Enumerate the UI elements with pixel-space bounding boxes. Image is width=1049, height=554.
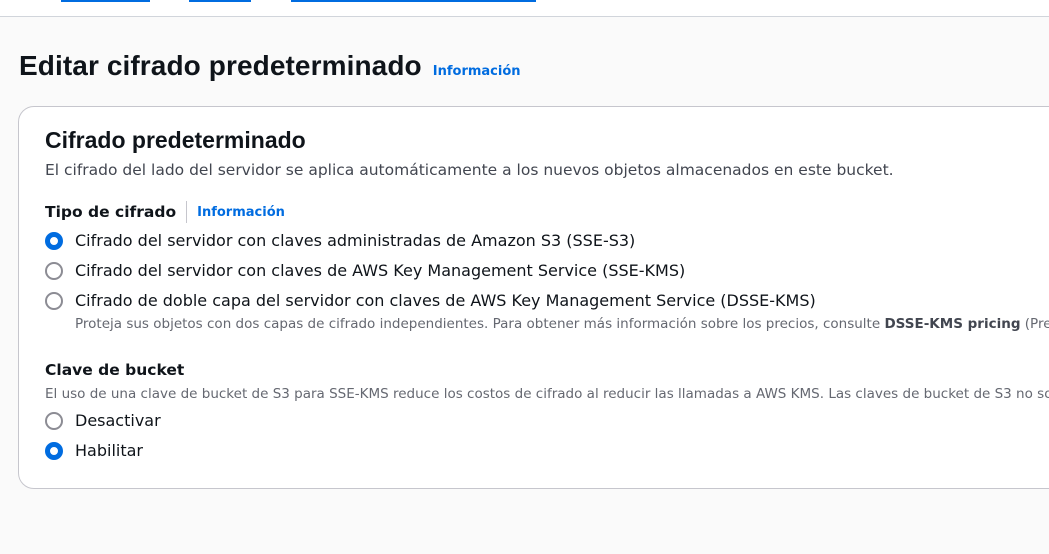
radio-button-unchecked[interactable] [45,261,63,280]
label-divider [186,201,188,223]
breadcrumb-link-2[interactable] [189,0,251,2]
section-description: El cifrado del lado del servidor se apli… [45,161,894,179]
dsse-help-suffix: (Pre [1020,316,1049,332]
encryption-type-label: Tipo de cifrado [45,203,177,221]
dsse-help-prefix: Proteja sus objetos con dos capas de cif… [75,316,885,332]
radio-label-sse-kms[interactable]: Cifrado del servidor con claves de AWS K… [75,261,685,280]
dsse-pricing-text: DSSE-KMS pricing [884,316,1021,332]
bucket-key-label: Clave de bucket [45,361,185,379]
page-title: Editar cifrado predeterminado [19,50,422,81]
default-encryption-panel: Cifrado predeterminado El cifrado del la… [18,106,1049,489]
radio-option-enable[interactable]: Habilitar [45,441,143,460]
encryption-type-label-row: Tipo de cifrado Información [45,201,285,223]
radio-button-unchecked[interactable] [45,411,63,430]
bucket-key-label-row: Clave de bucket [45,361,184,379]
radio-option-sse-s3[interactable]: Cifrado del servidor con claves administ… [45,231,635,250]
radio-label-dsse-kms[interactable]: Cifrado de doble capa del servidor con c… [75,291,816,310]
encryption-type-info-link[interactable]: Información [197,205,285,220]
breadcrumb [0,0,1049,17]
radio-option-dsse-kms[interactable]: Cifrado de doble capa del servidor con c… [45,291,816,310]
radio-button-checked[interactable] [45,441,63,460]
breadcrumb-link-3[interactable] [291,0,536,2]
radio-option-disable[interactable]: Desactivar [45,411,161,430]
radio-option-sse-kms[interactable]: Cifrado del servidor con claves de AWS K… [45,261,685,280]
radio-button-unchecked[interactable] [45,291,63,310]
radio-button-checked[interactable] [45,231,63,250]
section-title: Cifrado predeterminado [45,127,306,153]
page-info-link[interactable]: Información [433,64,521,79]
radio-label-sse-s3[interactable]: Cifrado del servidor con claves administ… [75,231,635,250]
radio-label-disable[interactable]: Desactivar [75,411,161,430]
radio-label-enable[interactable]: Habilitar [75,441,143,460]
dsse-kms-help-text: Proteja sus objetos con dos capas de cif… [75,316,1049,332]
page-header: Editar cifrado predeterminado Informació… [19,50,521,82]
bucket-key-description: El uso de una clave de bucket de S3 para… [45,386,1049,402]
breadcrumb-link-1[interactable] [61,0,150,2]
